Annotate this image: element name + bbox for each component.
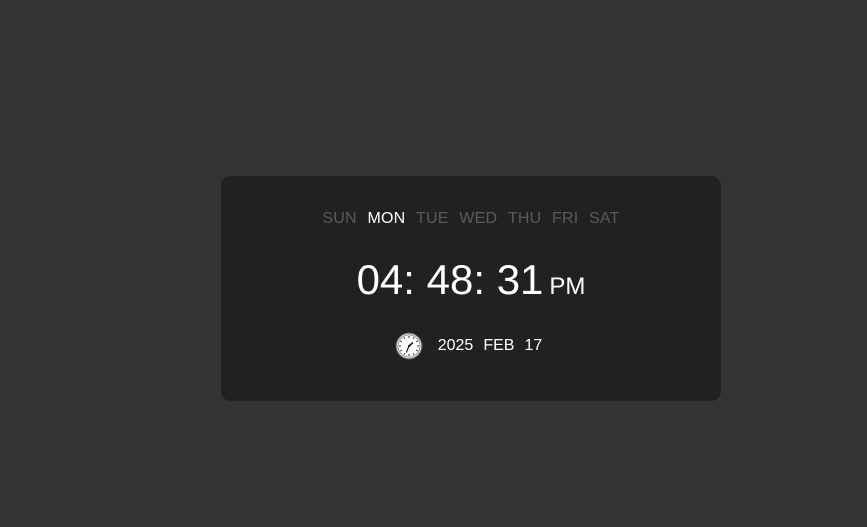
time-ampm: PM [549, 273, 586, 300]
weekday-fri: FRI [552, 210, 579, 227]
clock-card: SUN MON TUE WED THU FRI SAT 04: 48: 31 PM [221, 176, 721, 401]
weekday-wed: WED [459, 210, 498, 227]
date-day: 17 [524, 337, 543, 354]
time-digits: 04: 48: 31 [356, 256, 544, 303]
weekday-thu: THU [507, 210, 542, 227]
date-year: 2025 [437, 337, 474, 354]
date-line: 2025 FEB 17 [221, 332, 721, 360]
weekday-row: SUN MON TUE WED THU FRI SAT [221, 210, 721, 228]
weekday-sat: SAT [589, 210, 620, 227]
date-month: FEB [483, 337, 515, 354]
weekday-tue: TUE [416, 210, 449, 227]
time-display: 04: 48: 31 PM [221, 256, 721, 304]
analog-clock-icon [395, 332, 423, 360]
weekday-sun: SUN [322, 210, 357, 227]
weekday-mon: MON [367, 210, 406, 227]
